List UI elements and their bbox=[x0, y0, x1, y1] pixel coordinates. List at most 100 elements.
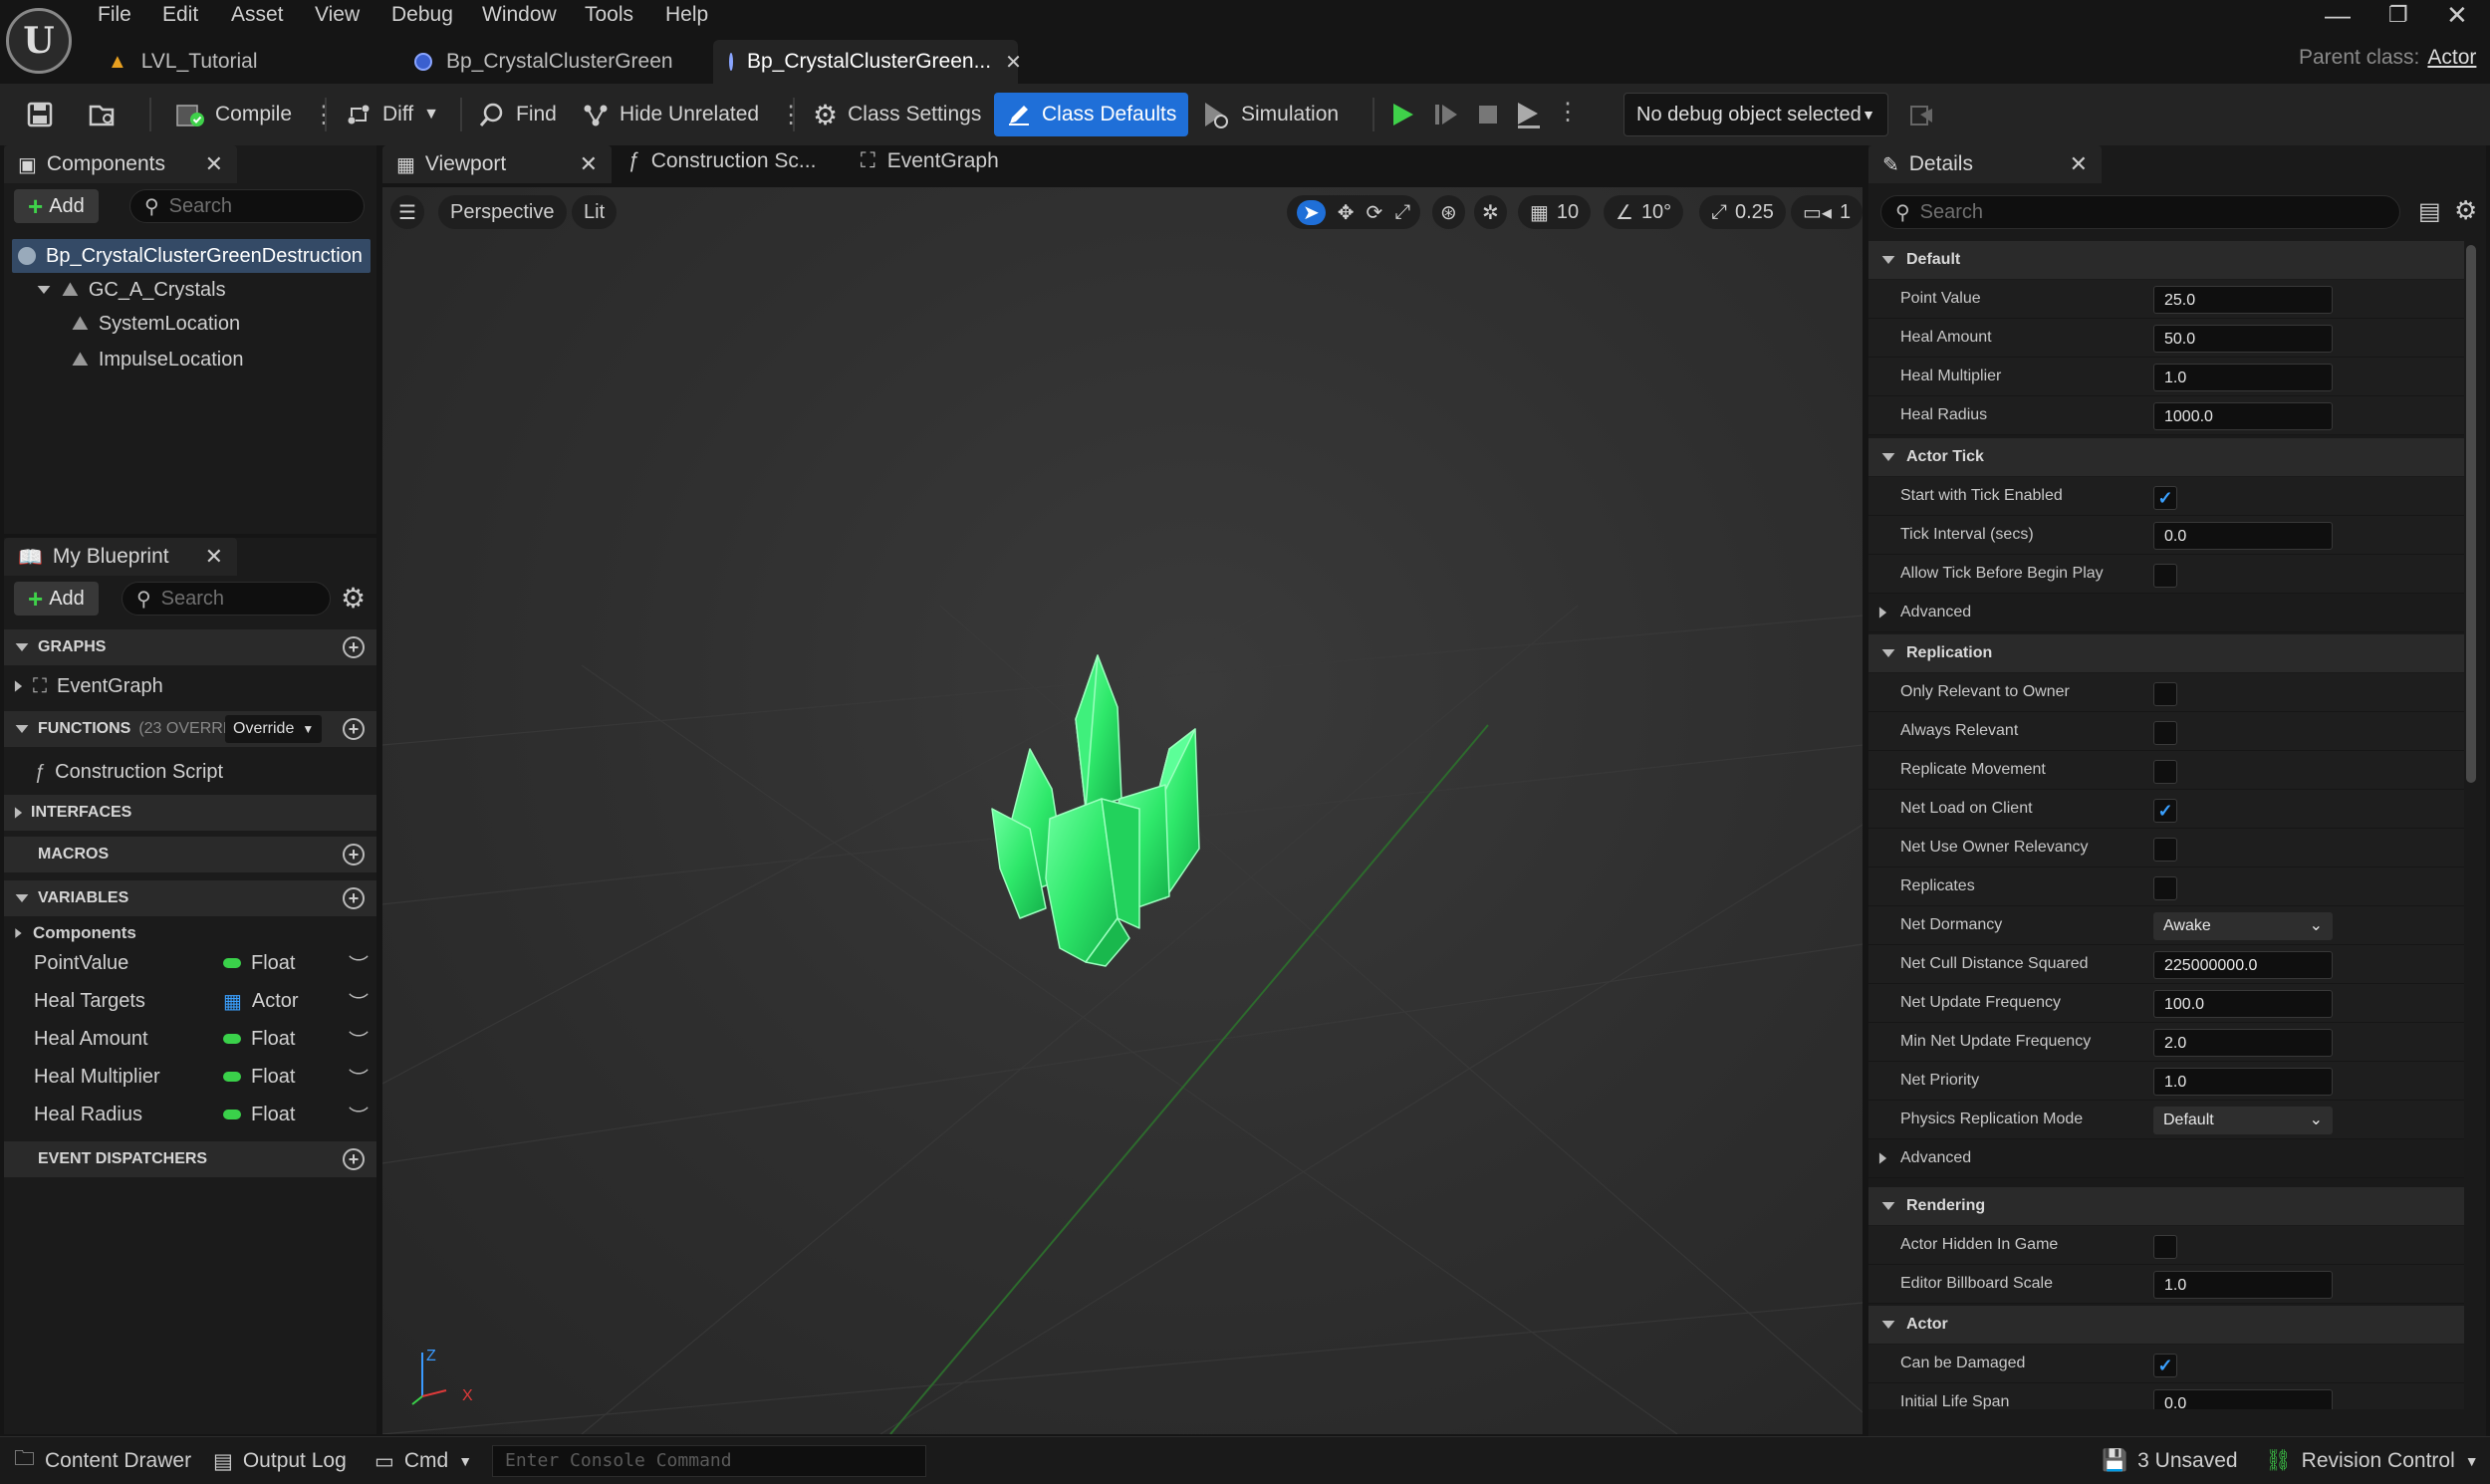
simulation-button[interactable]: Simulation bbox=[1191, 93, 1349, 136]
details-scrollbar[interactable] bbox=[2466, 245, 2476, 783]
expand-icon[interactable] bbox=[15, 928, 22, 938]
tick-interval-field[interactable]: 0.0 bbox=[2153, 522, 2333, 550]
section-rendering[interactable]: Rendering bbox=[1868, 1187, 2464, 1225]
compile-button[interactable]: Compile ⋮ bbox=[165, 93, 346, 136]
advanced-replication-row[interactable]: Advanced bbox=[1868, 1139, 2464, 1178]
component-system-location[interactable]: ⛰ SystemLocation bbox=[72, 307, 240, 341]
eye-closed-icon[interactable]: ︶ bbox=[349, 949, 369, 978]
menu-help[interactable]: Help bbox=[665, 3, 708, 27]
menu-file[interactable]: File bbox=[98, 3, 131, 27]
menu-debug[interactable]: Debug bbox=[391, 3, 453, 27]
my-blueprint-search-input[interactable]: ⚲ Search bbox=[122, 582, 331, 616]
expand-icon[interactable] bbox=[14, 680, 23, 692]
section-default[interactable]: Default bbox=[1868, 241, 2464, 279]
always-relevant-checkbox[interactable] bbox=[2153, 721, 2177, 745]
variable-row[interactable]: PointValue Float ︶ bbox=[4, 944, 376, 982]
billboard-scale-field[interactable]: 1.0 bbox=[2153, 1271, 2333, 1299]
eye-closed-icon[interactable]: ︶ bbox=[349, 1063, 369, 1092]
stop-button[interactable] bbox=[1468, 93, 1508, 136]
debug-object-dropdown[interactable]: No debug object selected ▼ bbox=[1623, 93, 1888, 136]
move-tool-icon[interactable]: ✥ bbox=[1338, 200, 1355, 225]
eye-closed-icon[interactable]: ︶ bbox=[349, 987, 369, 1016]
viewport[interactable]: Z X ☰ Perspective Lit ➤ ✥ ⟳ ⤢ ⊛ ✲ ▦ 10 ∠… bbox=[382, 187, 1863, 1434]
component-gc-a-crystals[interactable]: ⛰ GC_A_Crystals bbox=[36, 273, 226, 307]
close-components-icon[interactable]: ✕ bbox=[205, 151, 223, 177]
add-graph-icon[interactable]: + bbox=[343, 636, 365, 658]
tab-lvl-tutorial[interactable]: ▲ LVL_Tutorial bbox=[92, 40, 390, 84]
play-button[interactable] bbox=[1382, 93, 1422, 136]
section-actor-tick[interactable]: Actor Tick bbox=[1868, 438, 2464, 476]
unsaved-button[interactable]: 💾 3 Unsaved bbox=[2102, 1445, 2238, 1477]
class-settings-button[interactable]: ⚙ Class Settings bbox=[803, 93, 991, 136]
rotation-snap-button[interactable]: ∠ 10° bbox=[1604, 195, 1684, 229]
heal-amount-field[interactable]: 50.0 bbox=[2153, 325, 2333, 353]
save-button[interactable] bbox=[16, 93, 64, 136]
unreal-logo-icon[interactable]: U bbox=[6, 8, 72, 74]
advanced-tick-row[interactable]: Advanced bbox=[1868, 594, 2464, 632]
find-button[interactable]: Find bbox=[468, 93, 567, 136]
browse-button[interactable] bbox=[78, 93, 127, 136]
rotate-tool-icon[interactable]: ⟳ bbox=[1367, 200, 1383, 225]
details-search-input[interactable]: ⚲ Search bbox=[1880, 195, 2400, 229]
menu-tools[interactable]: Tools bbox=[585, 3, 633, 27]
initial-life-span-field[interactable]: 0.0 bbox=[2153, 1389, 2333, 1409]
graphs-section-header[interactable]: GRAPHS + bbox=[4, 629, 376, 665]
functions-section-header[interactable]: FUNCTIONS (23 OVERRIDA Override ▼ + bbox=[4, 711, 376, 747]
interfaces-section-header[interactable]: INTERFACES bbox=[4, 795, 376, 831]
output-log-button[interactable]: ▤ Output Log bbox=[213, 1445, 347, 1477]
cmd-dropdown[interactable]: ▭ Cmd ▼ bbox=[374, 1445, 472, 1477]
surface-snap-button[interactable]: ✲ bbox=[1474, 195, 1507, 229]
diff-button[interactable]: Diff ▼ bbox=[335, 93, 449, 136]
crystal-cluster-mesh[interactable] bbox=[990, 649, 1249, 968]
variable-row[interactable]: Heal Radius Float ︶ bbox=[4, 1096, 376, 1133]
minimize-icon[interactable]: — bbox=[2325, 0, 2351, 31]
add-macro-icon[interactable]: + bbox=[343, 844, 365, 866]
variable-row[interactable]: Heal Targets ▦ Actor ︶ bbox=[4, 982, 376, 1020]
add-blueprint-item-button[interactable]: + Add bbox=[14, 582, 99, 616]
details-tab[interactable]: ✎ Details ✕ bbox=[1868, 145, 2102, 183]
property-matrix-icon[interactable]: ▤ bbox=[2418, 197, 2441, 226]
viewport-menu-button[interactable]: ☰ bbox=[390, 195, 424, 229]
variables-section-header[interactable]: VARIABLES + bbox=[4, 880, 376, 916]
scale-tool-icon[interactable]: ⤢ bbox=[1394, 201, 1410, 224]
replicates-checkbox[interactable] bbox=[2153, 876, 2177, 900]
perspective-button[interactable]: Perspective bbox=[438, 195, 567, 229]
macros-section-header[interactable]: MACROS + bbox=[4, 837, 376, 872]
step-button[interactable] bbox=[1426, 93, 1466, 136]
section-actor[interactable]: Actor bbox=[1868, 1306, 2464, 1344]
menu-edit[interactable]: Edit bbox=[162, 3, 198, 27]
event-dispatchers-section-header[interactable]: EVENT DISPATCHERS + bbox=[4, 1141, 376, 1177]
variable-row[interactable]: Heal Amount Float ︶ bbox=[4, 1020, 376, 1058]
tab-viewport[interactable]: ▦ Viewport ✕ bbox=[382, 145, 612, 183]
expand-icon[interactable] bbox=[37, 286, 51, 294]
camera-speed-button[interactable]: ▭◂ 1 bbox=[1791, 195, 1863, 229]
debug-filter-button[interactable] bbox=[1898, 93, 1946, 136]
restore-icon[interactable]: ❐ bbox=[2388, 2, 2408, 28]
lit-button[interactable]: Lit bbox=[572, 195, 618, 229]
add-event-dispatcher-icon[interactable]: + bbox=[343, 1148, 365, 1170]
eye-closed-icon[interactable]: ︶ bbox=[349, 1101, 369, 1129]
details-settings-icon[interactable]: ⚙ bbox=[2454, 195, 2477, 226]
scale-snap-button[interactable]: ⤢ 0.25 bbox=[1699, 195, 1786, 229]
allow-tick-checkbox[interactable] bbox=[2153, 564, 2177, 588]
net-cull-field[interactable]: 225000000.0 bbox=[2153, 951, 2333, 979]
menu-window[interactable]: Window bbox=[482, 3, 557, 27]
can-be-damaged-checkbox[interactable]: ✓ bbox=[2153, 1354, 2177, 1377]
actor-hidden-checkbox[interactable] bbox=[2153, 1235, 2177, 1259]
component-impulse-location[interactable]: ⛰ ImpulseLocation bbox=[72, 343, 243, 376]
heal-radius-field[interactable]: 1000.0 bbox=[2153, 402, 2333, 430]
physics-replication-dropdown[interactable]: Default ⌄ bbox=[2153, 1107, 2333, 1134]
close-tab-icon[interactable]: ✕ bbox=[1005, 50, 1022, 75]
override-dropdown[interactable]: Override ▼ bbox=[225, 715, 323, 743]
settings-gear-icon[interactable]: ⚙ bbox=[341, 582, 366, 615]
eye-closed-icon[interactable]: ︶ bbox=[349, 1025, 369, 1054]
close-my-blueprint-icon[interactable]: ✕ bbox=[205, 544, 223, 570]
only-relevant-checkbox[interactable] bbox=[2153, 682, 2177, 706]
hide-unrelated-button[interactable]: Hide Unrelated ⋮ bbox=[572, 93, 813, 136]
close-details-icon[interactable]: ✕ bbox=[2070, 151, 2088, 177]
graph-event-graph[interactable]: ⛶ EventGraph bbox=[14, 669, 163, 703]
heal-multiplier-field[interactable]: 1.0 bbox=[2153, 364, 2333, 391]
grid-snap-button[interactable]: ▦ 10 bbox=[1518, 195, 1592, 229]
close-window-icon[interactable]: ✕ bbox=[2446, 0, 2468, 31]
add-function-icon[interactable]: + bbox=[343, 718, 365, 740]
